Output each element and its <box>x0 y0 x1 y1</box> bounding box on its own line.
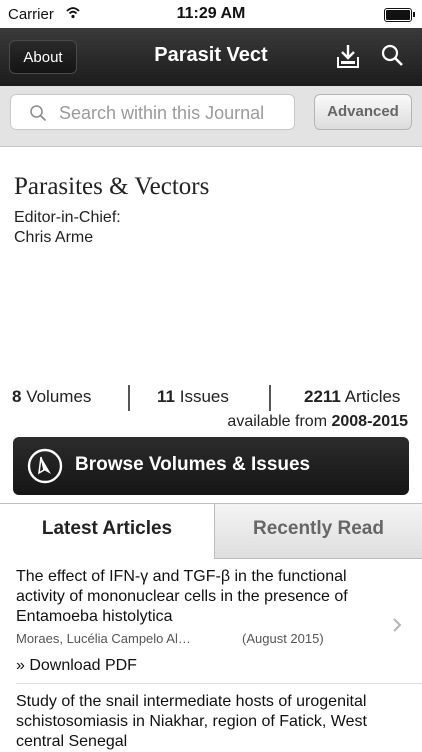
battery-icon <box>384 8 415 22</box>
article-title: Study of the snail intermediate hosts of… <box>16 693 367 750</box>
compass-icon <box>27 448 63 484</box>
available-range: 2008-2015 <box>331 413 408 430</box>
issues-count: 11 <box>157 387 175 406</box>
search-icon[interactable] <box>380 43 404 67</box>
editor-name: Chris Arme <box>14 229 94 246</box>
list-item[interactable]: The effect of IFN-γ and TGF-β in the fun… <box>0 559 422 683</box>
volumes-label: Volumes <box>26 387 92 406</box>
list-item[interactable]: Study of the snail intermediate hosts of… <box>0 684 422 752</box>
status-time: 11:29 AM <box>176 5 246 22</box>
search-input[interactable] <box>57 98 291 128</box>
tab-recently-read[interactable]: Recently Read <box>214 504 422 559</box>
availability-text: available from 2008-2015 <box>227 413 408 431</box>
available-label: available from <box>227 413 328 430</box>
magnifier-icon <box>30 105 47 122</box>
article-authors: Moraes, Lucélia Campelo Al… <box>16 631 191 646</box>
search-bar: Advanced <box>0 86 422 147</box>
volumes-count: 8 <box>12 387 22 406</box>
journal-title: Parasites & Vectors <box>14 173 210 200</box>
articles-label: Articles <box>344 387 401 406</box>
stats-divider <box>269 385 271 411</box>
download-icon[interactable] <box>336 43 360 69</box>
journal-info: Parasites & Vectors Editor-in-Chief: Chr… <box>0 147 422 371</box>
article-title: The effect of IFN-γ and TGF-β in the fun… <box>16 568 348 625</box>
browse-volumes-button[interactable]: Browse Volumes & Issues <box>13 437 409 495</box>
tab-latest-articles[interactable]: Latest Articles <box>0 504 214 559</box>
volumes-stat: 8 Volumes <box>12 387 91 407</box>
articles-stat: 2211 Articles <box>304 387 400 407</box>
article-list: The effect of IFN-γ and TGF-β in the fun… <box>0 559 422 752</box>
about-button[interactable]: About <box>9 40 77 74</box>
articles-count: 2211 <box>304 387 341 406</box>
advanced-search-button[interactable]: Advanced <box>314 94 412 130</box>
article-tabs: Latest Articles Recently Read <box>0 503 422 560</box>
chevron-right-icon <box>393 618 402 632</box>
editor-label: Editor-in-Chief: <box>14 209 121 226</box>
status-bar: Carrier 11:29 AM <box>0 0 422 28</box>
navigation-bar: About Parasit Vect <box>0 28 422 86</box>
article-meta: Moraes, Lucélia Campelo Al… (August 2015… <box>16 631 382 649</box>
article-date: (August 2015) <box>242 631 324 646</box>
issues-label: Issues <box>179 387 229 406</box>
download-pdf-link[interactable]: » Download PDF <box>16 657 382 683</box>
search-field[interactable] <box>10 94 295 130</box>
browse-volumes-label: Browse Volumes & Issues <box>75 454 311 475</box>
issues-stat: 11 Issues <box>157 387 229 407</box>
stats-divider <box>128 385 130 411</box>
